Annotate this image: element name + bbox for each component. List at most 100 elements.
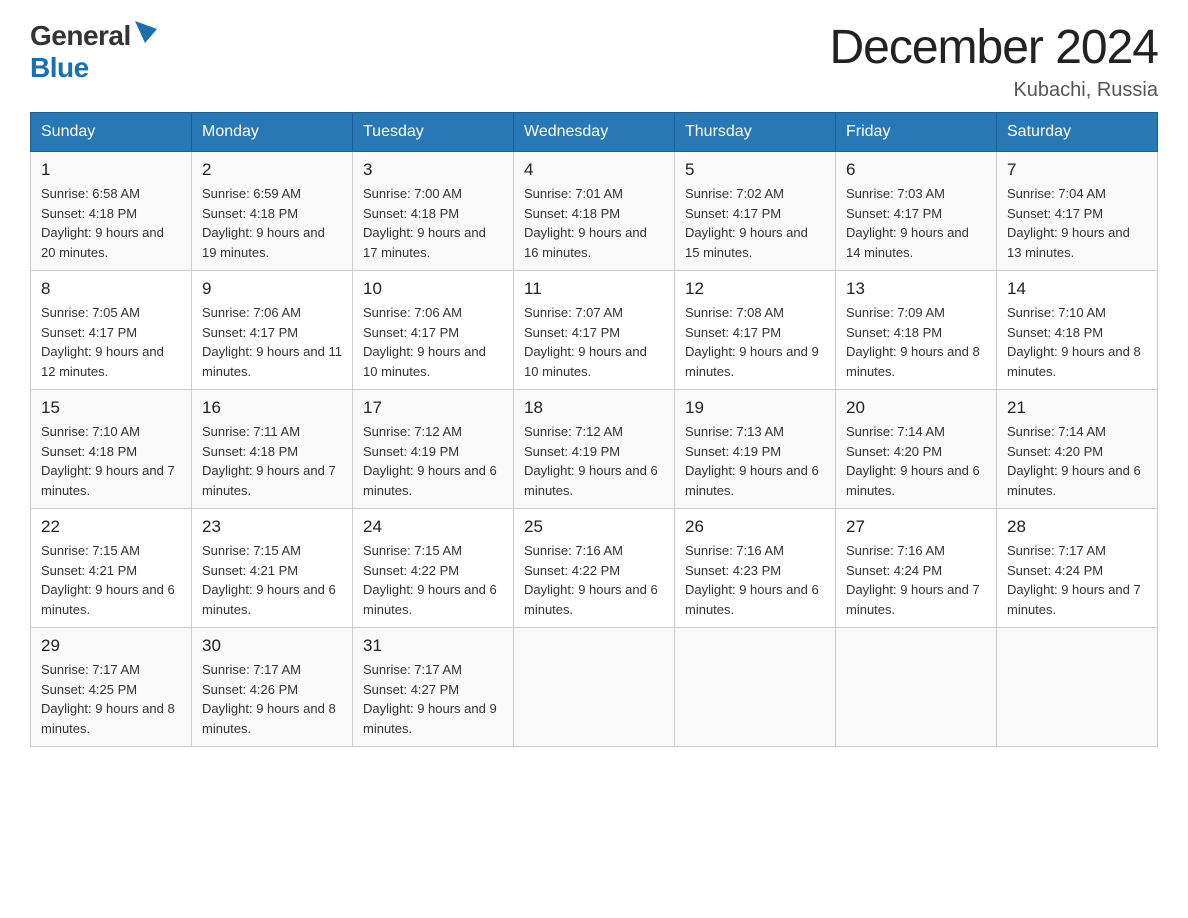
day-info: Sunrise: 7:08 AMSunset: 4:17 PMDaylight:… — [685, 303, 825, 381]
day-number: 28 — [1007, 517, 1147, 537]
calendar-cell — [997, 628, 1158, 747]
calendar-week-row: 29 Sunrise: 7:17 AMSunset: 4:25 PMDayligh… — [31, 628, 1158, 747]
day-info: Sunrise: 7:05 AMSunset: 4:17 PMDaylight:… — [41, 303, 181, 381]
day-number: 3 — [363, 160, 503, 180]
day-info: Sunrise: 7:10 AMSunset: 4:18 PMDaylight:… — [41, 422, 181, 500]
day-number: 14 — [1007, 279, 1147, 299]
day-info: Sunrise: 7:17 AMSunset: 4:25 PMDaylight:… — [41, 660, 181, 738]
day-info: Sunrise: 7:15 AMSunset: 4:21 PMDaylight:… — [202, 541, 342, 619]
weekday-header-monday: Monday — [192, 113, 353, 152]
day-info: Sunrise: 7:16 AMSunset: 4:22 PMDaylight:… — [524, 541, 664, 619]
logo-blue-text: Blue — [30, 52, 89, 84]
day-info: Sunrise: 7:04 AMSunset: 4:17 PMDaylight:… — [1007, 184, 1147, 262]
day-info: Sunrise: 7:15 AMSunset: 4:22 PMDaylight:… — [363, 541, 503, 619]
calendar-cell: 30 Sunrise: 7:17 AMSunset: 4:26 PMDayligh… — [192, 628, 353, 747]
calendar-cell: 22 Sunrise: 7:15 AMSunset: 4:21 PMDayligh… — [31, 509, 192, 628]
calendar-cell: 31Sunrise: 7:17 AMSunset: 4:27 PMDayligh… — [353, 628, 514, 747]
day-number: 16 — [202, 398, 342, 418]
calendar-cell: 29 Sunrise: 7:17 AMSunset: 4:25 PMDayligh… — [31, 628, 192, 747]
day-info: Sunrise: 7:16 AMSunset: 4:24 PMDaylight:… — [846, 541, 986, 619]
calendar-cell — [836, 628, 997, 747]
calendar-cell: 16 Sunrise: 7:11 AMSunset: 4:18 PMDayligh… — [192, 390, 353, 509]
day-number: 23 — [202, 517, 342, 537]
calendar-cell: 10Sunrise: 7:06 AMSunset: 4:17 PMDayligh… — [353, 271, 514, 390]
day-info: Sunrise: 7:11 AMSunset: 4:18 PMDaylight:… — [202, 422, 342, 500]
day-info: Sunrise: 7:01 AMSunset: 4:18 PMDaylight:… — [524, 184, 664, 262]
day-info: Sunrise: 7:06 AMSunset: 4:17 PMDaylight:… — [202, 303, 342, 381]
calendar-cell: 9 Sunrise: 7:06 AMSunset: 4:17 PMDaylight… — [192, 271, 353, 390]
day-number: 18 — [524, 398, 664, 418]
weekday-header-sunday: Sunday — [31, 113, 192, 152]
day-info: Sunrise: 7:17 AMSunset: 4:24 PMDaylight:… — [1007, 541, 1147, 619]
day-number: 7 — [1007, 160, 1147, 180]
day-number: 27 — [846, 517, 986, 537]
day-number: 22 — [41, 517, 181, 537]
calendar-cell: 17Sunrise: 7:12 AMSunset: 4:19 PMDayligh… — [353, 390, 514, 509]
day-info: Sunrise: 7:10 AMSunset: 4:18 PMDaylight:… — [1007, 303, 1147, 381]
month-title: December 2024 — [829, 20, 1158, 75]
day-number: 29 — [41, 636, 181, 656]
calendar-cell: 26 Sunrise: 7:16 AMSunset: 4:23 PMDayligh… — [675, 509, 836, 628]
day-info: Sunrise: 7:02 AMSunset: 4:17 PMDaylight:… — [685, 184, 825, 262]
weekday-header-thursday: Thursday — [675, 113, 836, 152]
calendar-cell: 8Sunrise: 7:05 AMSunset: 4:17 PMDaylight… — [31, 271, 192, 390]
logo-general-text: General — [30, 20, 131, 52]
day-number: 17 — [363, 398, 503, 418]
day-info: Sunrise: 7:14 AMSunset: 4:20 PMDaylight:… — [1007, 422, 1147, 500]
calendar-cell: 6 Sunrise: 7:03 AMSunset: 4:17 PMDaylight… — [836, 152, 997, 271]
calendar-cell: 14 Sunrise: 7:10 AMSunset: 4:18 PMDayligh… — [997, 271, 1158, 390]
day-info: Sunrise: 7:15 AMSunset: 4:21 PMDaylight:… — [41, 541, 181, 619]
calendar-cell: 3Sunrise: 7:00 AMSunset: 4:18 PMDaylight… — [353, 152, 514, 271]
calendar-cell: 20 Sunrise: 7:14 AMSunset: 4:20 PMDayligh… — [836, 390, 997, 509]
calendar-cell: 25 Sunrise: 7:16 AMSunset: 4:22 PMDayligh… — [514, 509, 675, 628]
calendar-cell: 15 Sunrise: 7:10 AMSunset: 4:18 PMDayligh… — [31, 390, 192, 509]
day-info: Sunrise: 7:06 AMSunset: 4:17 PMDaylight:… — [363, 303, 503, 381]
day-number: 4 — [524, 160, 664, 180]
calendar-cell: 24 Sunrise: 7:15 AMSunset: 4:22 PMDayligh… — [353, 509, 514, 628]
day-info: Sunrise: 7:13 AMSunset: 4:19 PMDaylight:… — [685, 422, 825, 500]
day-number: 12 — [685, 279, 825, 299]
page-header: General Blue December 2024 Kubachi, Russ… — [30, 20, 1158, 102]
day-info: Sunrise: 7:17 AMSunset: 4:27 PMDaylight:… — [363, 660, 503, 738]
day-number: 24 — [363, 517, 503, 537]
day-number: 6 — [846, 160, 986, 180]
day-info: Sunrise: 7:16 AMSunset: 4:23 PMDaylight:… — [685, 541, 825, 619]
day-info: Sunrise: 7:17 AMSunset: 4:26 PMDaylight:… — [202, 660, 342, 738]
day-info: Sunrise: 7:07 AMSunset: 4:17 PMDaylight:… — [524, 303, 664, 381]
calendar-cell: 1 Sunrise: 6:58 AMSunset: 4:18 PMDaylight… — [31, 152, 192, 271]
day-number: 26 — [685, 517, 825, 537]
logo: General Blue — [30, 20, 157, 84]
calendar-week-row: 22 Sunrise: 7:15 AMSunset: 4:21 PMDayligh… — [31, 509, 1158, 628]
day-number: 1 — [41, 160, 181, 180]
day-info: Sunrise: 7:03 AMSunset: 4:17 PMDaylight:… — [846, 184, 986, 262]
day-number: 9 — [202, 279, 342, 299]
day-number: 30 — [202, 636, 342, 656]
day-number: 20 — [846, 398, 986, 418]
weekday-header-friday: Friday — [836, 113, 997, 152]
day-number: 13 — [846, 279, 986, 299]
day-number: 21 — [1007, 398, 1147, 418]
calendar-cell: 12 Sunrise: 7:08 AMSunset: 4:17 PMDayligh… — [675, 271, 836, 390]
calendar-header-row: SundayMondayTuesdayWednesdayThursdayFrid… — [31, 113, 1158, 152]
logo-arrow-icon — [135, 21, 157, 43]
location-text: Kubachi, Russia — [829, 79, 1158, 102]
day-number: 25 — [524, 517, 664, 537]
weekday-header-tuesday: Tuesday — [353, 113, 514, 152]
calendar-table: SundayMondayTuesdayWednesdayThursdayFrid… — [30, 112, 1158, 747]
day-info: Sunrise: 6:58 AMSunset: 4:18 PMDaylight:… — [41, 184, 181, 262]
title-block: December 2024 Kubachi, Russia — [829, 20, 1158, 102]
day-number: 5 — [685, 160, 825, 180]
calendar-cell: 23 Sunrise: 7:15 AMSunset: 4:21 PMDayligh… — [192, 509, 353, 628]
calendar-cell: 2 Sunrise: 6:59 AMSunset: 4:18 PMDaylight… — [192, 152, 353, 271]
day-number: 11 — [524, 279, 664, 299]
calendar-week-row: 1 Sunrise: 6:58 AMSunset: 4:18 PMDaylight… — [31, 152, 1158, 271]
calendar-cell — [514, 628, 675, 747]
day-info: Sunrise: 7:14 AMSunset: 4:20 PMDaylight:… — [846, 422, 986, 500]
day-info: Sunrise: 6:59 AMSunset: 4:18 PMDaylight:… — [202, 184, 342, 262]
calendar-cell: 28 Sunrise: 7:17 AMSunset: 4:24 PMDayligh… — [997, 509, 1158, 628]
day-number: 2 — [202, 160, 342, 180]
calendar-week-row: 8Sunrise: 7:05 AMSunset: 4:17 PMDaylight… — [31, 271, 1158, 390]
calendar-cell: 19 Sunrise: 7:13 AMSunset: 4:19 PMDayligh… — [675, 390, 836, 509]
day-number: 19 — [685, 398, 825, 418]
day-number: 15 — [41, 398, 181, 418]
